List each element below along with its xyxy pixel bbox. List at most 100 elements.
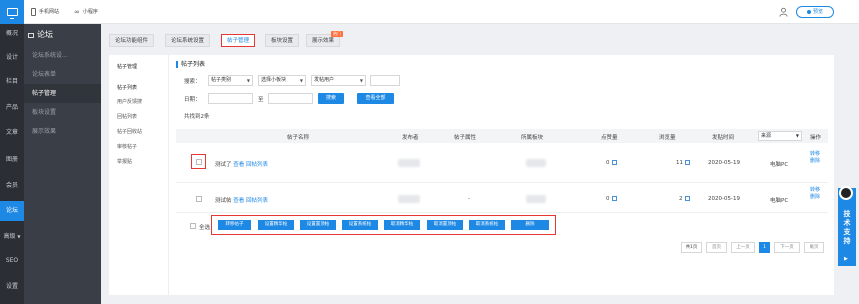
post-source: 电脑PC [770,162,789,168]
tab-forum-system-settings[interactable]: 论坛系统设置 [165,34,211,47]
nav-members[interactable]: 会员 [0,176,24,196]
edit-icon[interactable] [684,196,690,201]
post-subnav-item-list[interactable]: 帖子列表 [117,84,137,91]
post-subnav-item-report[interactable]: 举报贴 [117,158,132,165]
subnav-item-forum-form[interactable]: 论坛表单 [24,65,101,84]
edit-icon[interactable] [611,160,617,165]
delete-link[interactable]: 删除 [805,158,825,165]
tab-forum-components[interactable]: 论坛功能组件 [109,34,155,47]
board-select[interactable]: 选择小板块 ▼ [258,75,306,86]
source-select[interactable]: 来源 ▼ [758,131,802,141]
post-subnav-item-feedback[interactable]: 用户反馈搜 [117,98,142,105]
set-featured-button[interactable]: 设置精华帖 [258,220,294,230]
preview-button[interactable]: 预览 [796,6,834,18]
nav-seo[interactable]: SEO [0,251,24,271]
link-icon: ∞ [74,8,80,16]
pager-next[interactable]: 下一页 [774,242,800,253]
tech-support-label: 技术支持 [843,210,851,245]
move-link[interactable]: 转移 [805,187,825,194]
edit-icon[interactable] [685,160,690,165]
reply-list-link[interactable]: 回帖列表 [246,162,268,168]
chevron-right-icon: ▶ [844,256,848,262]
redacted-poster [398,159,420,167]
table-row-title: 测试帖 查看 回帖列表 [215,196,268,204]
nav-settings[interactable]: 设置 [0,277,24,297]
col-board: 所属板块 [521,135,544,141]
col-views: 浏览量 [659,135,676,141]
nav-albums[interactable]: 图册 [0,150,24,170]
move-link[interactable]: 转移 [805,151,825,158]
edit-icon[interactable] [611,196,617,201]
likes-cell: 0 [606,160,617,166]
view-all-button[interactable]: 查看全部 [357,93,394,104]
row-actions: 转移 删除 [805,187,825,201]
nav-columns[interactable]: 栏目 [0,72,24,92]
subnav-item-display[interactable]: 展示效果 [24,122,101,141]
select-all-checkbox[interactable] [190,223,196,229]
view-link[interactable]: 查看 [233,198,244,204]
mobile-site-link[interactable]: 手机网站 [31,0,59,24]
table-row-title: 测试了 查看 回帖列表 [215,160,268,168]
tab-post-management[interactable]: 帖子管理 [221,34,256,47]
mini-program-label: 小程序 [82,9,98,15]
post-date: 2020-05-19 [708,196,740,202]
subnav-item-forum-settings[interactable]: 论坛系统设... [24,46,101,65]
post-subnav-item-recycle[interactable]: 帖子回收站 [117,128,142,135]
nav-products[interactable]: 产品 [0,98,24,118]
set-system-button[interactable]: 设置系统帖 [342,220,378,230]
poster-select-value: 发帖用户 [314,77,335,83]
poster-select[interactable]: 发帖用户 ▼ [311,75,366,86]
reply-list-link[interactable]: 回帖列表 [246,198,268,204]
pager-first[interactable]: 首页 [706,242,727,253]
nav-articles[interactable]: 文章 [0,123,24,143]
subnav-item-board-settings[interactable]: 板块设置 [24,103,101,122]
row-checkbox[interactable] [196,159,202,165]
top-bar [24,0,859,24]
cancel-featured-button[interactable]: 取消精华帖 [384,220,420,230]
cancel-system-button[interactable]: 取消系统帖 [469,220,505,230]
post-source: 电脑PC [770,198,789,204]
row-checkbox[interactable] [196,196,202,202]
nav-advanced[interactable]: 高级 ▼ [0,227,24,247]
post-date: 2020-05-19 [708,160,740,166]
end-date-input[interactable] [268,93,313,104]
likes-value: 0 [606,160,610,166]
pager-last[interactable]: 尾页 [804,242,824,253]
section-title: 帖子列表 [176,61,205,68]
move-posts-button[interactable]: 转移帖子 [218,220,251,230]
search-button[interactable]: 搜索 [318,93,344,104]
support-avatar-icon [839,186,853,200]
category-select[interactable]: 帖子类别 ▼ [208,75,253,86]
mobile-site-label: 手机网站 [39,9,60,15]
user-icon[interactable] [779,7,788,17]
dropdown-arrow-icon: ▼ [299,78,303,83]
board-select-value: 选择小板块 [261,77,287,83]
mini-program-link[interactable]: ∞ 小程序 [74,0,98,24]
subnav-item-post-management[interactable]: 帖子管理 [24,84,101,103]
set-pinned-button[interactable]: 设置置顶帖 [300,220,336,230]
forum-icon [28,32,34,38]
col-post-time: 发贴时间 [712,135,735,141]
pager-prev[interactable]: 上一页 [731,242,755,253]
tab-board-settings[interactable]: 板块设置 [265,34,300,47]
subnav-title: 论坛 [24,24,101,46]
start-date-input[interactable] [208,93,253,104]
nav-overview[interactable]: 概况 [0,24,24,44]
delete-button[interactable]: 删除 [511,220,549,230]
pager-current[interactable]: 1 [759,242,770,253]
result-count: 共找到2条 [184,114,210,120]
row-actions: 转移 删除 [805,151,825,165]
col-likes: 点赞量 [601,135,618,141]
poster-input[interactable] [370,75,400,86]
nav-forum[interactable]: 论坛 [0,201,24,221]
post-subnav-item-replies[interactable]: 回帖列表 [117,113,137,120]
post-subnav-item-review[interactable]: 审核帖子 [117,143,137,150]
row-divider [176,182,828,183]
logo[interactable] [0,0,24,24]
cancel-pinned-button[interactable]: 取消置顶帖 [427,220,463,230]
post-subnav-head: 帖子管理 [117,64,138,70]
view-link[interactable]: 查看 [233,162,244,168]
nav-design[interactable]: 设计 [0,48,24,68]
hot-badge: 热门 [331,31,343,37]
delete-link[interactable]: 删除 [805,194,825,201]
